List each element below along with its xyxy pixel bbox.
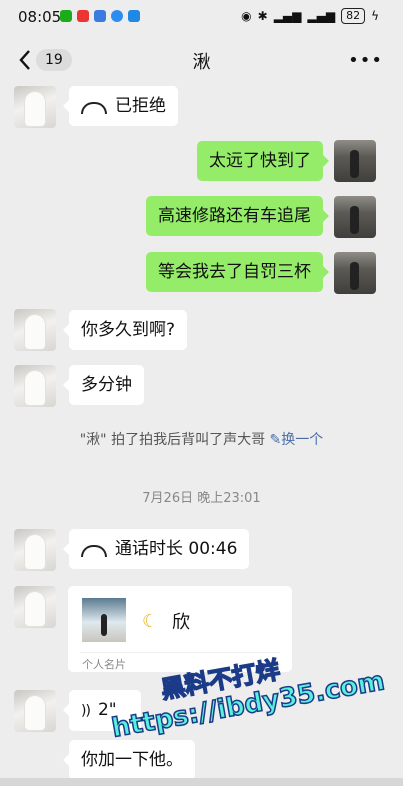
phone-icon [81, 545, 107, 557]
bottom-bar [0, 778, 403, 786]
phone-icon [81, 102, 107, 114]
message-bubble[interactable]: 高速修路还有车追尾 [146, 196, 329, 236]
message-bubble[interactable]: 太远了快到了 [197, 141, 329, 181]
pat-notice: "湫" 拍了拍我后背叫了声大哥 ✎换一个 [79, 432, 324, 448]
avatar[interactable] [14, 309, 56, 351]
app-icon [128, 10, 140, 22]
notification-icons [60, 10, 140, 22]
voice-icon: )) [81, 703, 91, 719]
shield-icon [94, 10, 106, 22]
signal-icon: ▂▄▆ [273, 9, 302, 23]
avatar[interactable] [14, 529, 56, 571]
avatar[interactable] [14, 690, 56, 732]
call-duration-bubble[interactable]: 通话时长 00:46 [62, 529, 250, 569]
message-bubble[interactable]: 你多久到啊? [62, 310, 188, 350]
avatar[interactable] [14, 86, 56, 128]
change-pat-link[interactable]: ✎换一个 [270, 432, 324, 448]
avatar[interactable] [14, 365, 56, 407]
divider [80, 652, 280, 653]
avatar[interactable] [14, 586, 56, 628]
wechat-icon [60, 10, 72, 22]
avatar-self[interactable] [334, 252, 376, 294]
charging-icon: ϟ [371, 9, 379, 23]
avatar-self[interactable] [334, 140, 376, 182]
more-icon[interactable]: ••• [348, 50, 383, 71]
avatar-self[interactable] [334, 196, 376, 238]
time-separator: 7月26日 晚上23:01 [142, 491, 261, 506]
message-bubble[interactable]: 等会我去了自罚三杯 [146, 252, 329, 292]
status-bar: 08:05 ◉ ✱ ▂▄▆ ▂▄▆ 82 ϟ [0, 0, 403, 34]
app-icon [111, 10, 123, 22]
status-right: ◉ ✱ ▂▄▆ ▂▄▆ 82 ϟ [241, 8, 379, 24]
bluetooth-icon: ✱ [257, 9, 268, 23]
signal-icon: ▂▄▆ [307, 9, 336, 23]
battery-indicator: 82 [341, 8, 366, 24]
chat-header: 19 湫 ••• [0, 40, 403, 80]
chat-title: 湫 [192, 52, 211, 73]
message-bubble[interactable]: 多分钟 [63, 365, 144, 405]
status-time: 08:05 [18, 8, 62, 26]
contact-name: 欣 [172, 612, 190, 633]
call-rejected-bubble[interactable]: 已拒绝 [63, 86, 178, 126]
eye-icon: ◉ [241, 9, 252, 23]
contact-avatar [82, 598, 126, 642]
message-bubble[interactable]: 你加一下他。 [63, 740, 195, 780]
app-icon [77, 10, 89, 22]
card-type-label: 个人名片 [82, 658, 126, 671]
moon-icon: ☾ [142, 611, 159, 632]
